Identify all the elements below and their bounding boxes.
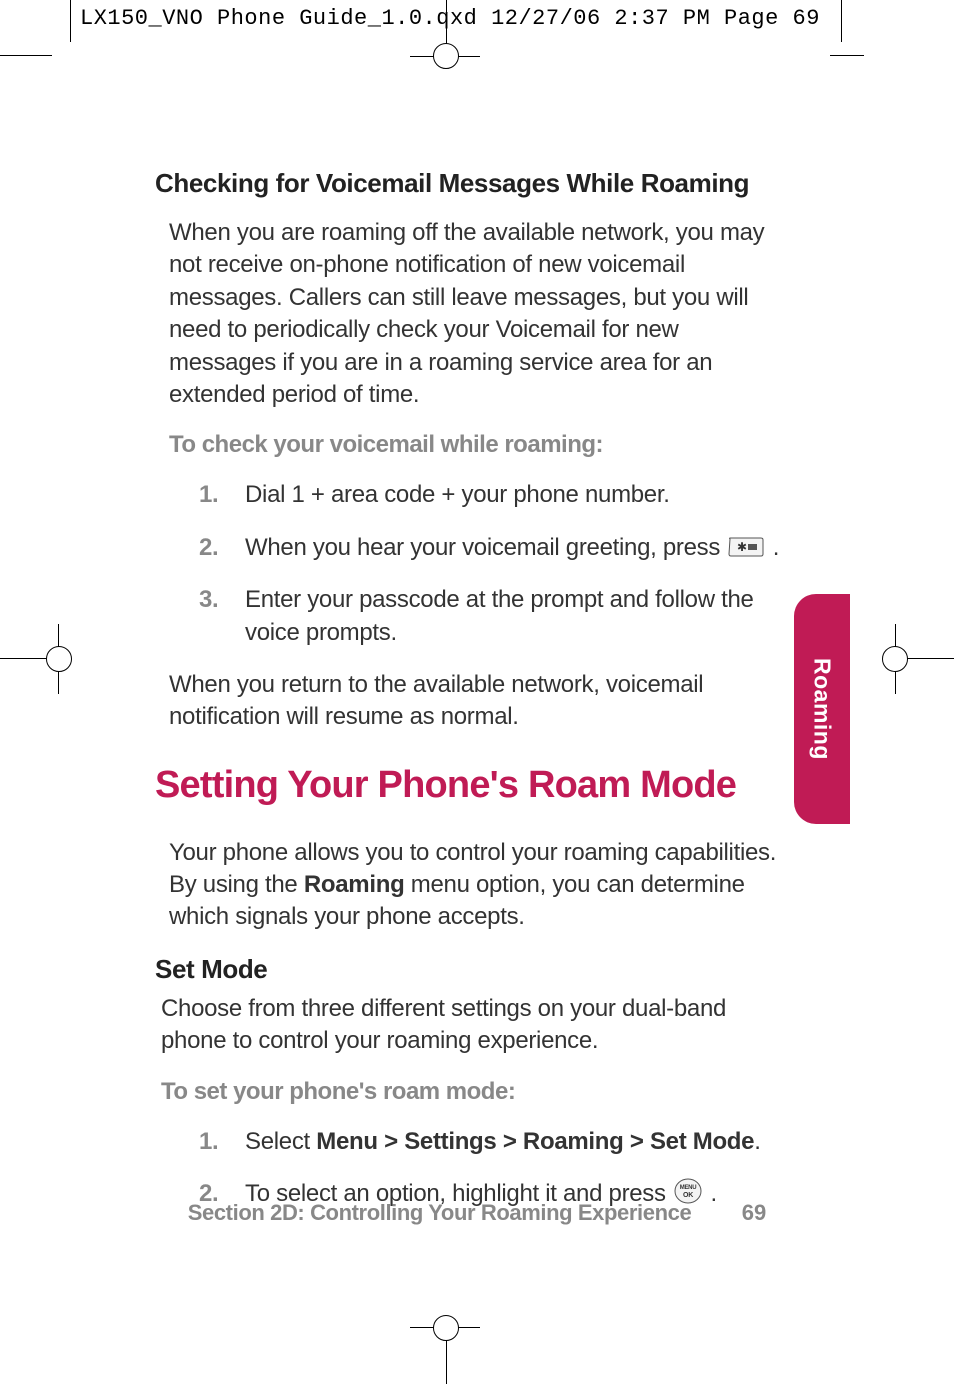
crop-mark	[841, 0, 842, 42]
step-number: 1.	[199, 1126, 223, 1158]
step-item: 3. Enter your passcode at the prompt and…	[199, 584, 785, 649]
step-item: 2. When you hear your voicemail greeting…	[199, 532, 785, 564]
footer-section-title: Section 2D: Controlling Your Roaming Exp…	[188, 1200, 692, 1225]
body-paragraph: When you return to the available network…	[169, 669, 785, 734]
manual-page: LX150_VNO Phone Guide_1.0.qxd 12/27/06 2…	[0, 0, 954, 1384]
page-number: 69	[742, 1200, 766, 1225]
page-footer: Section 2D: Controlling Your Roaming Exp…	[0, 1200, 954, 1226]
registration-mark-icon	[433, 43, 459, 69]
step-text-fragment: When you hear your voicemail greeting, p…	[245, 534, 726, 561]
heading-set-mode: Set Mode	[155, 954, 785, 985]
heading-setting-roam-mode: Setting Your Phone's Roam Mode	[155, 764, 785, 807]
registration-mark-icon	[882, 646, 908, 672]
step-item: 1. Dial 1 + area code + your phone numbe…	[199, 479, 785, 511]
crop-mark	[0, 55, 52, 56]
step-text: Dial 1 + area code + your phone number.	[245, 479, 785, 511]
text-fragment: .	[754, 1128, 760, 1155]
ordered-steps: 1. Select Menu > Settings > Roaming > Se…	[199, 1126, 785, 1211]
svg-text:OK: OK	[683, 1192, 693, 1199]
registration-mark-icon	[433, 1315, 459, 1341]
crop-mark	[830, 55, 864, 56]
tab-label: Roaming	[809, 658, 836, 760]
step-text-fragment: .	[773, 534, 779, 561]
page-content: Checking for Voicemail Messages While Ro…	[155, 168, 785, 1230]
star-key-icon: ✱	[728, 536, 764, 558]
step-number: 2.	[199, 532, 223, 564]
step-text: Enter your passcode at the prompt and fo…	[245, 584, 785, 649]
svg-text:✱: ✱	[737, 540, 747, 554]
step-text: Select Menu > Settings > Roaming > Set M…	[245, 1126, 785, 1158]
section-tab-roaming: Roaming	[794, 594, 850, 824]
ordered-steps: 1. Dial 1 + area code + your phone numbe…	[199, 479, 785, 649]
step-number: 1.	[199, 479, 223, 511]
subheading: To check your voicemail while roaming:	[169, 431, 785, 459]
heading-checking-voicemail: Checking for Voicemail Messages While Ro…	[155, 168, 785, 199]
registration-mark-icon	[46, 646, 72, 672]
subheading: To set your phone's roam mode:	[161, 1078, 785, 1106]
menu-path: Menu > Settings > Roaming > Set Mode	[316, 1128, 754, 1155]
crop-mark	[70, 0, 71, 42]
step-number: 3.	[199, 584, 223, 649]
step-text: When you hear your voicemail greeting, p…	[245, 532, 785, 564]
body-paragraph: Your phone allows you to control your ro…	[169, 837, 785, 934]
bold-term: Roaming	[304, 871, 405, 898]
file-slug: LX150_VNO Phone Guide_1.0.qxd 12/27/06 2…	[80, 6, 820, 31]
body-paragraph: Choose from three different settings on …	[161, 993, 785, 1058]
step-item: 1. Select Menu > Settings > Roaming > Se…	[199, 1126, 785, 1158]
body-paragraph: When you are roaming off the available n…	[169, 217, 785, 411]
svg-text:MENU: MENU	[680, 1185, 696, 1191]
text-fragment: Select	[245, 1128, 316, 1155]
